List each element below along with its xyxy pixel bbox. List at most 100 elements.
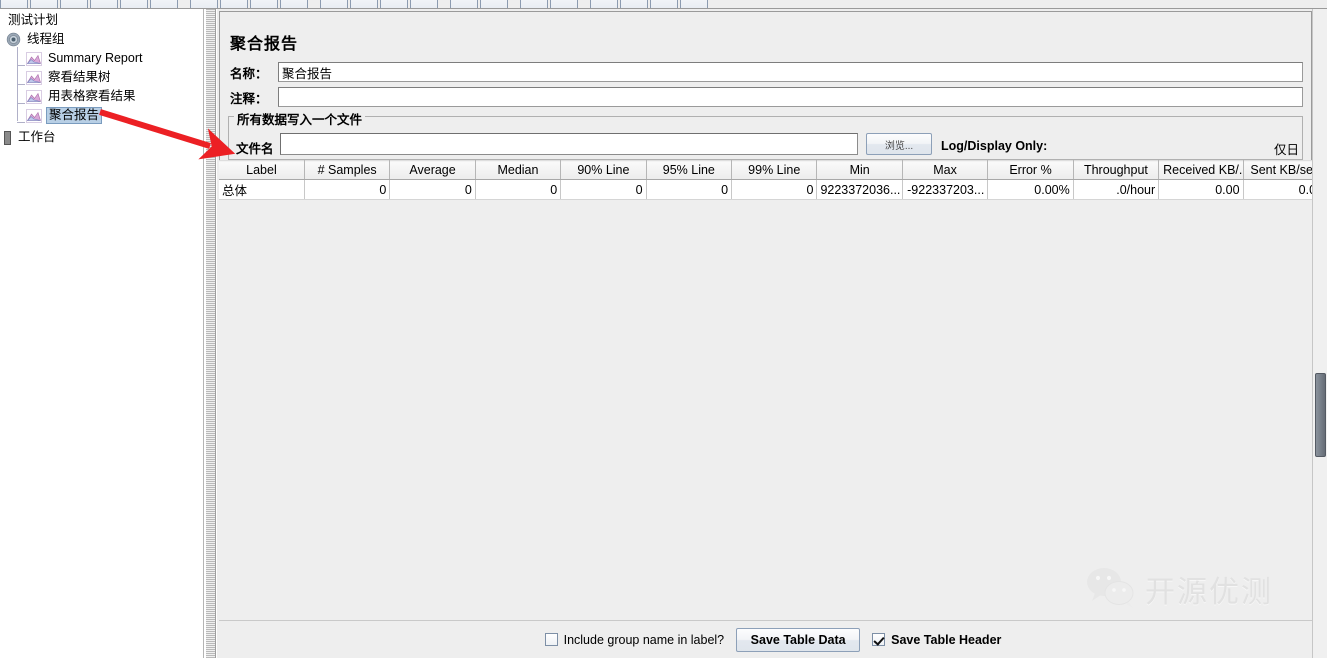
column-header-average[interactable]: Average [389,160,476,180]
toolbar-button[interactable] [60,0,88,8]
column-header-min[interactable]: Min [816,160,903,180]
save-table-header-checkbox[interactable] [872,633,886,646]
column-header-95-line[interactable]: 95% Line [646,160,733,180]
toolbar-button[interactable] [590,0,618,8]
comment-input[interactable] [278,87,1303,107]
name-field-row: 名称： [228,62,1303,82]
cell-samples: 0 [304,179,391,200]
save-table-header-label: Save Table Header [891,632,1002,647]
footer-bar: Include group name in label? Save Table … [219,620,1327,658]
include-group-name-checkbox[interactable] [544,633,558,646]
cell-error-pct: 0.00% [987,179,1074,200]
tree-item-label-selected: 聚合报告 [46,107,103,124]
listener-icon [26,70,42,85]
tree-tick [17,103,25,104]
toolbar-button[interactable] [280,0,308,8]
name-label: 名称： [230,66,268,81]
log-display-only-label: Log/Display Only: [941,139,1048,153]
toolbar-button[interactable] [120,0,148,8]
column-header-99-line[interactable]: 99% Line [731,160,818,180]
tree-item-workbench[interactable]: 工作台 [0,128,203,147]
cell-median: 0 [475,179,562,200]
cell-99-line: 0 [731,179,818,200]
toolbar-button[interactable] [520,0,548,8]
column-header-throughput[interactable]: Throughput [1073,160,1160,180]
column-header-samples[interactable]: # Samples [304,160,391,180]
tree-item-view-results-in-table[interactable]: 用表格察看结果 [0,87,203,106]
tree-tick [17,65,25,66]
tree-item-label: 用表格察看结果 [48,89,136,103]
results-table-wrapper[interactable]: Label # Samples Average Median 90% Line … [219,160,1327,200]
toolbar-button[interactable] [410,0,438,8]
tree-item-label: Summary Report [48,51,143,65]
main-toolbar[interactable] [0,0,1327,9]
column-header-error-pct[interactable]: Error % [987,160,1074,180]
results-table[interactable]: Label # Samples Average Median 90% Line … [219,160,1327,200]
tree-tick [17,122,25,123]
tree-item-label: 察看结果树 [48,70,111,84]
page-title: 聚合报告 [230,36,299,53]
write-all-data-group-title: 所有数据写入一个文件 [234,109,366,128]
split-pane-divider[interactable] [205,9,216,658]
tree-item-test-plan[interactable]: 测试计划 [0,11,203,30]
toolbar-button[interactable] [250,0,278,8]
toolbar-button[interactable] [380,0,408,8]
column-header-median[interactable]: Median [475,160,562,180]
tree-item-aggregate-report[interactable]: 聚合报告 [0,106,203,125]
toolbar-button[interactable] [320,0,348,8]
cell-90-line: 0 [560,179,647,200]
column-header-90-line[interactable]: 90% Line [560,160,647,180]
tree-item-label: 工作台 [18,130,56,144]
toolbar-button[interactable] [0,0,28,8]
listener-icon [26,51,42,66]
toolbar-button[interactable] [550,0,578,8]
browse-button[interactable]: 浏览... [866,133,932,155]
tree-item-thread-group[interactable]: 线程组 [0,30,203,49]
filename-input[interactable] [280,133,858,155]
toolbar-button[interactable] [650,0,678,8]
name-input[interactable] [278,62,1303,82]
include-group-name-checkbox-row[interactable]: Include group name in label? [544,632,725,647]
toolbar-button[interactable] [450,0,478,8]
cell-min: 9223372036... [816,179,903,200]
tree-tick [17,84,25,85]
table-row[interactable]: 总体 0 0 0 0 0 0 9223372036... -922337203.… [219,179,1327,200]
column-header-max[interactable]: Max [902,160,989,180]
tree-item-label: 线程组 [27,32,65,46]
save-table-data-button[interactable]: Save Table Data [736,627,861,652]
listener-icon [26,89,42,104]
comment-field-row: 注释： [228,87,1303,107]
toolbar-button[interactable] [90,0,118,8]
toolbar-button[interactable] [480,0,508,8]
toolbar-button[interactable] [620,0,648,8]
cell-received-kb: 0.00 [1158,179,1244,200]
tree-item-label: 测试计划 [8,13,59,27]
gear-icon [6,32,21,47]
comment-label: 注释： [230,91,268,106]
filename-label: 文件名 [236,142,274,156]
test-plan-tree-panel[interactable]: 测试计划 线程组 Summary Report 察看结果树 用表格察看结果 聚合… [0,9,204,658]
toolbar-button[interactable] [220,0,248,8]
save-table-header-checkbox-row[interactable]: Save Table Header [872,633,1001,647]
tree-item-summary-report[interactable]: Summary Report [0,49,203,68]
toolbar-button[interactable] [30,0,58,8]
cell-95-line: 0 [646,179,733,200]
listener-icon [26,108,42,123]
vertical-scrollbar[interactable] [1312,9,1327,658]
toolbar-button[interactable] [190,0,218,8]
cell-label: 总体 [219,179,305,200]
cell-max: -922337203... [902,179,989,200]
vertical-scrollbar-thumb[interactable] [1315,373,1326,457]
tree-item-view-results-tree[interactable]: 察看结果树 [0,68,203,87]
cell-average: 0 [389,179,476,200]
toolbar-button[interactable] [150,0,178,8]
table-empty-area [219,199,1327,620]
include-group-name-label: Include group name in label? [563,632,725,647]
workbench-icon [4,130,11,145]
column-header-label[interactable]: Label [219,160,305,180]
toolbar-button[interactable] [350,0,378,8]
column-header-received-kb[interactable]: Received KB/... [1158,160,1244,180]
cell-throughput: .0/hour [1073,179,1160,200]
table-header-row: Label # Samples Average Median 90% Line … [219,160,1327,180]
toolbar-button[interactable] [680,0,708,8]
